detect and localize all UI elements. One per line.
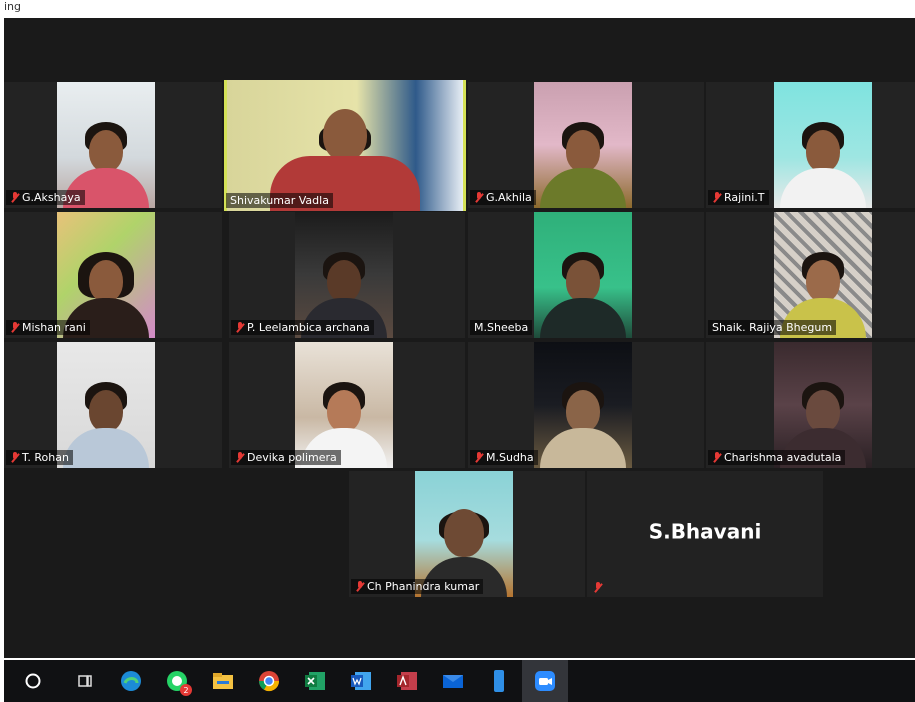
participant-face — [566, 389, 600, 432]
mic-muted-icon — [10, 452, 19, 463]
file-explorer-icon[interactable] — [200, 660, 246, 702]
participant-name: G.Akhila — [486, 191, 532, 204]
participant-body — [540, 298, 626, 338]
participant-video — [534, 342, 632, 468]
participant-video — [534, 82, 632, 208]
mail-icon[interactable] — [430, 660, 476, 702]
participant-tile-ch-phanindra-kumar[interactable]: Ch Phanindra kumar — [349, 471, 585, 597]
participant-tile-p-leelambica-archana[interactable]: P. Leelambica archana — [229, 212, 465, 338]
participant-name: Rajini.T — [724, 191, 765, 204]
access-icon[interactable] — [384, 660, 430, 702]
participant-video — [227, 80, 463, 211]
mic-muted-icon — [593, 582, 602, 593]
participant-name-tag: Rajini.T — [708, 190, 769, 205]
mic-muted-icon — [712, 192, 721, 203]
whatsapp-icon[interactable]: 2 — [154, 660, 200, 702]
zoom-icon[interactable] — [522, 660, 568, 702]
participant-name-tag: T. Rohan — [6, 450, 73, 465]
mic-muted-icon — [474, 452, 483, 463]
participant-name-tag: G.Akshaya — [6, 190, 85, 205]
participant-name-tag: Devika polimera — [231, 450, 341, 465]
participant-tile-charishma-avadutala[interactable]: Charishma avadutala — [706, 342, 915, 468]
windows-taskbar: 2 — [4, 660, 915, 702]
participant-tile-rajini-t[interactable]: Rajini.T — [706, 82, 915, 208]
mic-muted-icon — [355, 581, 364, 592]
word-icon[interactable] — [338, 660, 384, 702]
participant-name: M.Sheeba — [474, 321, 529, 334]
participant-name: G.Akshaya — [22, 191, 81, 204]
mic-muted-icon — [712, 452, 721, 463]
participant-name-tag: G.Akhila — [470, 190, 536, 205]
participant-name: P. Leelambica archana — [247, 321, 370, 334]
participant-tile-t-rohan[interactable]: T. Rohan — [4, 342, 222, 468]
participant-face — [806, 389, 840, 432]
participant-name-tag: Mishan rani — [6, 320, 90, 335]
participant-body — [780, 168, 866, 208]
participant-face — [89, 259, 123, 302]
window-title: ing — [4, 0, 22, 13]
participant-video — [534, 212, 632, 338]
mic-muted-icon — [235, 322, 244, 333]
participant-face — [566, 259, 600, 302]
participant-name: Shaik. Rajiya Bhegum — [712, 321, 833, 334]
participant-name-tag: Charishma avadutala — [708, 450, 846, 465]
participant-name-tag: Ch Phanindra kumar — [351, 579, 484, 594]
phone-link-icon[interactable] — [476, 660, 522, 702]
mic-muted-icon — [474, 192, 483, 203]
participant-face — [323, 108, 367, 161]
participant-face — [327, 389, 361, 432]
participant-name: M.Sudha — [486, 451, 534, 464]
participant-tile-g-akhila[interactable]: G.Akhila — [468, 82, 704, 208]
mic-muted-icon — [10, 192, 19, 203]
participant-tile-s-bhavani[interactable]: S.Bhavani — [587, 471, 823, 597]
mic-muted-icon — [235, 452, 244, 463]
participant-name-tag: P. Leelambica archana — [231, 320, 374, 335]
participant-name-display: S.Bhavani — [648, 519, 762, 544]
participant-tile-m-sudha[interactable]: M.Sudha — [468, 342, 704, 468]
mic-muted-icon — [10, 322, 19, 333]
participant-body — [63, 428, 149, 468]
participant-face — [806, 129, 840, 172]
participant-video — [774, 82, 872, 208]
participant-name-tag — [589, 581, 606, 594]
participant-tile-devika-polimera[interactable]: Devika polimera — [229, 342, 465, 468]
participant-tile-m-sheeba[interactable]: M.Sheeba — [468, 212, 704, 338]
participant-tile-shaik-rajiya-bhegum[interactable]: Shaik. Rajiya Bhegum — [706, 212, 915, 338]
participant-name: Charishma avadutala — [724, 451, 842, 464]
participant-body — [540, 428, 626, 468]
notification-badge: 2 — [180, 684, 192, 696]
participant-face — [327, 259, 361, 302]
participant-name: T. Rohan — [22, 451, 69, 464]
participant-name: Ch Phanindra kumar — [367, 580, 480, 593]
participant-face — [444, 508, 484, 557]
participant-tile-mishan-rani[interactable]: Mishan rani — [4, 212, 222, 338]
participant-name: Shivakumar Vadla — [230, 194, 329, 207]
participant-name-tag: Shaik. Rajiya Bhegum — [708, 320, 837, 335]
participant-tile-shivakumar-vadla[interactable]: Shivakumar Vadla — [224, 80, 466, 211]
participant-name: Mishan rani — [22, 321, 86, 334]
participant-name-tag: M.Sudha — [470, 450, 538, 465]
edge-icon[interactable] — [108, 660, 154, 702]
excel-icon[interactable] — [292, 660, 338, 702]
participant-face — [89, 389, 123, 432]
participant-name-tag: Shivakumar Vadla — [226, 193, 333, 208]
search-circle-icon[interactable] — [4, 660, 62, 702]
participant-face — [566, 129, 600, 172]
meeting-gallery: G.Akshaya Shivakumar Vadla G.Akhila Raji… — [4, 18, 915, 658]
participant-face — [806, 259, 840, 302]
chrome-icon[interactable] — [246, 660, 292, 702]
participant-name-tag: M.Sheeba — [470, 320, 533, 335]
task-view-icon[interactable] — [62, 660, 108, 702]
participant-name: Devika polimera — [247, 451, 337, 464]
participant-tile-g-akshaya[interactable]: G.Akshaya — [4, 82, 222, 208]
participant-face — [89, 129, 123, 172]
participant-body — [540, 168, 626, 208]
